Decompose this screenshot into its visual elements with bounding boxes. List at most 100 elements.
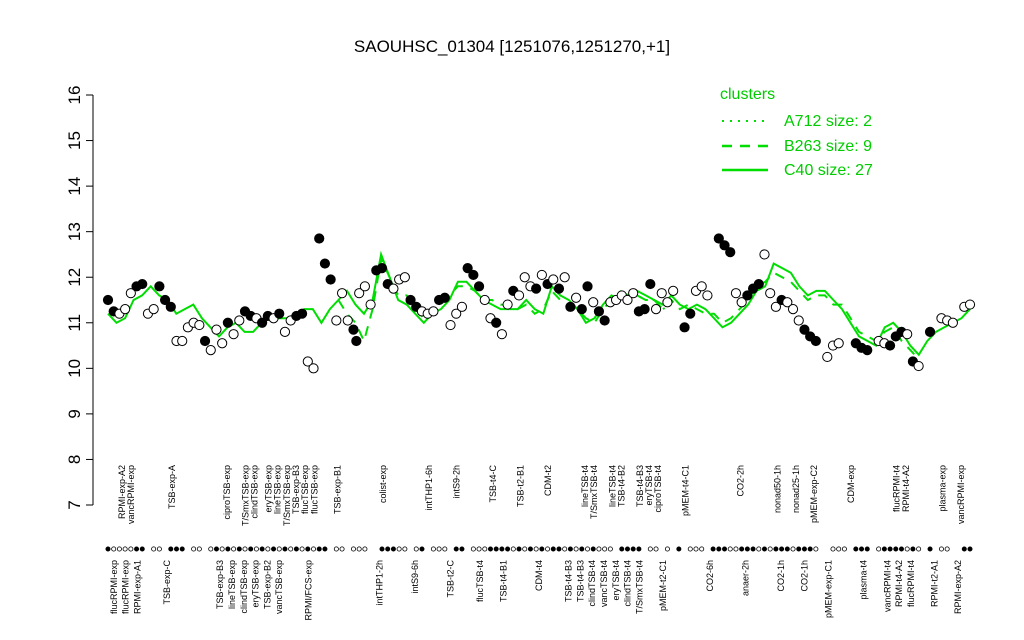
rug-marker [961,546,967,552]
data-point [833,338,844,349]
legend-title: clusters [720,86,775,103]
data-point [913,360,924,372]
y-tick-label: 10 [65,359,84,378]
y-tick-label: 14 [65,177,84,196]
x-label-bottom: CO2-6h [705,560,715,592]
data-point [656,288,667,299]
rug-marker [596,546,602,552]
x-label-bottom: flucRPMI-t4 [906,560,916,607]
rug-marker [253,546,259,552]
rug-marker [733,546,739,552]
rug-marker [790,546,796,552]
data-point [730,288,742,299]
x-label-bottom: CDM-t4 [534,560,544,591]
rug-marker [151,546,157,552]
rug-marker [938,546,944,552]
chart-title: SAOUHSC_01304 [1251076,1251270,+1] [354,37,670,56]
data-point [359,281,370,292]
x-label-bottom: TSB-t4-B3 [564,560,574,602]
x-label-bottom: CO2-1h [776,560,786,592]
data-point [565,301,576,312]
data-point [491,317,502,328]
x-label-bottom: TSB-exp-B3 [215,560,225,609]
rug-marker [116,546,122,552]
rug-marker [533,546,539,552]
rug-marker [453,546,459,552]
rug-marker [676,546,682,552]
rug-marker [168,546,174,552]
data-point [314,233,325,244]
data-point [582,281,593,292]
x-label-bottom: pMEM-exp-C1 [823,560,833,618]
y-tick-label: 16 [65,86,84,105]
rug-marker [516,546,522,552]
rug-marker [898,546,904,552]
rug-marker [499,546,505,552]
rug-marker [111,546,117,552]
data-point [628,288,639,299]
rug-marker [436,546,442,552]
data-point [947,317,958,328]
rug-marker [493,546,499,552]
rug-marker [385,546,391,552]
x-label-top: colist-exp [378,465,388,503]
data-point [679,322,690,333]
rug-marker [390,546,396,552]
rug-marker [619,546,625,552]
rug-marker [219,546,225,552]
data-point [445,319,456,331]
x-label-top: pMEM-t4-C1 [681,465,691,516]
x-label-bottom: eryTSB-exp [251,560,261,608]
x-label-bottom: flucRPMI-exp [109,560,119,614]
data-point [165,301,176,312]
data-point [765,288,776,299]
x-label-bottom: RPMI-t2-A1 [930,560,940,607]
data-point [428,306,439,317]
rug-marker [881,546,887,552]
rug-marker [413,546,419,552]
x-label-bottom: CO2-1h [800,560,810,592]
rug-marker [767,546,773,552]
rug-marker [647,546,653,552]
rug-marker [265,546,271,552]
x-label-top: plasma-exp [937,465,947,512]
x-label-top: RPMI-t4-A2 [901,465,911,512]
rug-marker [693,546,699,552]
rug-marker [545,546,551,552]
x-label-top: intS9-2h [451,465,461,499]
data-point [793,315,804,326]
y-axis: 7 8 9 10 11 12 13 14 15 16 [65,86,94,510]
data-point [753,278,764,290]
data-point [376,263,388,274]
rug-marker [105,546,111,552]
rug-marker [242,546,248,552]
data-point [211,324,222,335]
data-point [559,272,570,283]
x-label-bottom: TSB-t4-B1 [499,560,509,602]
x-label-bottom: pMEM-t2-C1 [658,560,668,611]
rug-marker [487,546,493,552]
rug-marker [841,546,847,552]
data-point [639,304,650,315]
rug-marker [276,546,282,552]
rug-marker [876,546,882,552]
x-label-bottom: plasma-t4 [859,560,869,600]
rug-marker [430,546,436,552]
data-point [810,335,821,347]
x-label-bottom: RPMI-t4-A2 [894,560,904,607]
rug-marker [813,546,819,552]
rug-marker [510,546,516,552]
rug-marker [248,546,254,552]
data-point [137,278,148,290]
rug-marker [231,546,237,552]
legend-label-b263: B263 size: 9 [784,138,872,155]
data-point [702,290,713,301]
x-label-bottom: RPMI/FCS-exp [304,560,314,621]
rug-marker [699,546,705,552]
y-tick-label: 15 [65,131,84,150]
rug-marker [339,546,345,552]
x-label-top: TSB-exp-B1 [332,465,342,514]
data-point [194,319,205,331]
data-point [388,283,399,294]
rug-marker [727,546,733,552]
